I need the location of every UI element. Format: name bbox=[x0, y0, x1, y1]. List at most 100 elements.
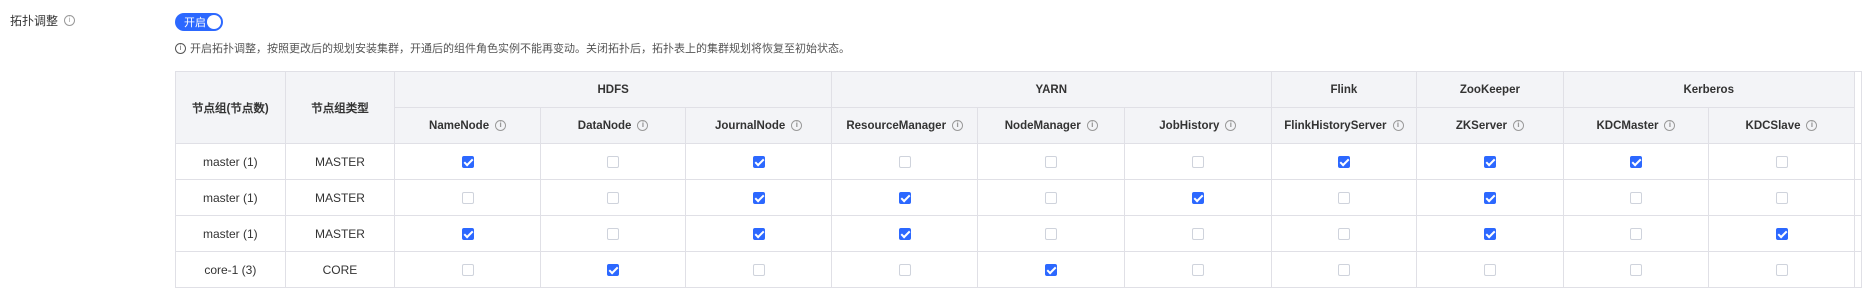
scroll-spacer bbox=[1853, 251, 1863, 288]
role-cell bbox=[830, 215, 979, 252]
checkbox-nodemanager[interactable] bbox=[1045, 192, 1058, 205]
node-group-cell: master (1) bbox=[175, 179, 286, 216]
checkbox-journalnode[interactable] bbox=[752, 228, 765, 241]
checkbox-namenode[interactable] bbox=[461, 264, 474, 277]
info-icon[interactable]: i bbox=[495, 120, 507, 131]
info-icon[interactable]: i bbox=[1806, 120, 1818, 131]
role-cell bbox=[1708, 143, 1855, 180]
checkbox-jobhistory[interactable] bbox=[1191, 264, 1204, 277]
role-cell bbox=[539, 215, 687, 252]
info-icon[interactable]: i bbox=[1086, 120, 1098, 131]
service-header-hdfs: HDFS bbox=[394, 71, 832, 108]
checkbox-flinkhistoryserver[interactable] bbox=[1337, 228, 1350, 241]
role-cell bbox=[394, 251, 541, 288]
checkbox-journalnode[interactable] bbox=[752, 156, 765, 169]
service-header-zookeeper: ZooKeeper bbox=[1416, 71, 1564, 108]
checkbox-resourcemanager[interactable] bbox=[898, 156, 911, 169]
role-header-zkserver: ZKServer i bbox=[1416, 107, 1564, 144]
info-icon[interactable]: i bbox=[1225, 120, 1237, 131]
topology-adjust-switch[interactable]: 开启 bbox=[175, 13, 223, 31]
table-row: master (1) MASTER bbox=[175, 179, 1863, 216]
table-row: master (1) MASTER bbox=[175, 143, 1863, 180]
checkbox-kdcmaster[interactable] bbox=[1629, 228, 1642, 241]
checkbox-datanode[interactable] bbox=[607, 264, 620, 277]
role-cell bbox=[539, 251, 687, 288]
checkbox-kdcmaster[interactable] bbox=[1629, 192, 1642, 205]
role-header-flinkhistoryserver: FlinkHistoryServer i bbox=[1270, 107, 1418, 144]
role-cell bbox=[1562, 179, 1710, 216]
role-header-label: NameNode bbox=[429, 119, 490, 132]
info-icon[interactable]: i bbox=[952, 120, 964, 131]
checkbox-namenode[interactable] bbox=[461, 228, 474, 241]
checkbox-zkserver[interactable] bbox=[1483, 192, 1496, 205]
scroll-spacer bbox=[1853, 215, 1863, 252]
checkbox-resourcemanager[interactable] bbox=[898, 192, 911, 205]
role-cell bbox=[977, 251, 1126, 288]
topology-hint: i 开启拓扑调整，按照更改后的规划安装集群，开通后的组件角色实例不能再变动。关闭… bbox=[175, 40, 850, 56]
service-header-row: 节点组(节点数) 节点组类型 HDFS YARN Flink ZooKeeper Ker… bbox=[175, 71, 1863, 144]
role-cell bbox=[1416, 143, 1564, 180]
table-row: master (1) MASTER bbox=[175, 215, 1863, 252]
checkbox-zkserver[interactable] bbox=[1483, 228, 1496, 241]
scroll-spacer bbox=[1853, 143, 1863, 180]
info-icon[interactable]: i bbox=[791, 120, 803, 131]
service-header-kerberos: Kerberos bbox=[1562, 71, 1855, 108]
checkbox-kdcslave[interactable] bbox=[1775, 228, 1788, 241]
table-body: master (1) MASTER master (1) MASTER master (… bbox=[175, 143, 1863, 288]
checkbox-datanode[interactable] bbox=[607, 192, 620, 205]
role-cell bbox=[830, 143, 979, 180]
checkbox-namenode[interactable] bbox=[461, 156, 474, 169]
checkbox-flinkhistoryserver[interactable] bbox=[1337, 156, 1350, 169]
role-cell bbox=[977, 179, 1126, 216]
checkbox-nodemanager[interactable] bbox=[1045, 264, 1058, 277]
checkbox-journalnode[interactable] bbox=[752, 192, 765, 205]
info-icon[interactable]: i bbox=[637, 120, 649, 131]
info-icon[interactable]: i bbox=[1512, 120, 1524, 131]
checkbox-jobhistory[interactable] bbox=[1191, 228, 1204, 241]
role-cell bbox=[1708, 251, 1855, 288]
checkbox-resourcemanager[interactable] bbox=[898, 264, 911, 277]
checkbox-namenode[interactable] bbox=[461, 192, 474, 205]
checkbox-datanode[interactable] bbox=[607, 156, 620, 169]
checkbox-zkserver[interactable] bbox=[1483, 264, 1496, 277]
topology-adjust-label: 拓扑调整 bbox=[10, 14, 59, 28]
role-header-label: ZKServer bbox=[1455, 119, 1507, 132]
topology-table-wrap: 节点组(节点数) 节点组类型 HDFS YARN Flink ZooKeeper Ker… bbox=[175, 71, 1863, 288]
checkbox-flinkhistoryserver[interactable] bbox=[1337, 264, 1350, 277]
role-header-label: JournalNode bbox=[715, 119, 786, 132]
role-header-journalnode: JournalNode i bbox=[685, 107, 832, 144]
checkbox-jobhistory[interactable] bbox=[1191, 192, 1204, 205]
role-header-label: JobHistory bbox=[1159, 119, 1220, 132]
role-cell bbox=[394, 179, 541, 216]
role-header-label: FlinkHistoryServer bbox=[1284, 119, 1387, 132]
role-header-label: KDCMaster bbox=[1596, 119, 1659, 132]
role-cell bbox=[1562, 215, 1710, 252]
checkbox-datanode[interactable] bbox=[607, 228, 620, 241]
role-cell bbox=[830, 251, 979, 288]
role-cell bbox=[1562, 251, 1710, 288]
checkbox-kdcslave[interactable] bbox=[1775, 192, 1788, 205]
checkbox-resourcemanager[interactable] bbox=[898, 228, 911, 241]
role-cell bbox=[1416, 215, 1564, 252]
role-header-kdcslave: KDCSlave i bbox=[1708, 107, 1855, 144]
checkbox-nodemanager[interactable] bbox=[1045, 156, 1058, 169]
info-icon[interactable]: i bbox=[1664, 120, 1676, 131]
role-cell bbox=[685, 251, 832, 288]
role-cell bbox=[1270, 251, 1418, 288]
checkbox-zkserver[interactable] bbox=[1483, 156, 1496, 169]
checkbox-kdcmaster[interactable] bbox=[1629, 264, 1642, 277]
node-group-type-cell: CORE bbox=[284, 251, 396, 288]
checkbox-kdcmaster[interactable] bbox=[1629, 156, 1642, 169]
node-group-cell: core-1 (3) bbox=[175, 251, 286, 288]
info-icon[interactable]: i bbox=[1392, 120, 1404, 131]
checkbox-flinkhistoryserver[interactable] bbox=[1337, 192, 1350, 205]
checkbox-kdcslave[interactable] bbox=[1775, 156, 1788, 169]
checkbox-nodemanager[interactable] bbox=[1045, 228, 1058, 241]
checkbox-jobhistory[interactable] bbox=[1191, 156, 1204, 169]
role-cell bbox=[1416, 179, 1564, 216]
service-header-flink: Flink bbox=[1270, 71, 1418, 108]
checkbox-kdcslave[interactable] bbox=[1775, 264, 1788, 277]
checkbox-journalnode[interactable] bbox=[752, 264, 765, 277]
switch-knob bbox=[207, 15, 221, 29]
info-icon[interactable]: i bbox=[64, 15, 76, 26]
